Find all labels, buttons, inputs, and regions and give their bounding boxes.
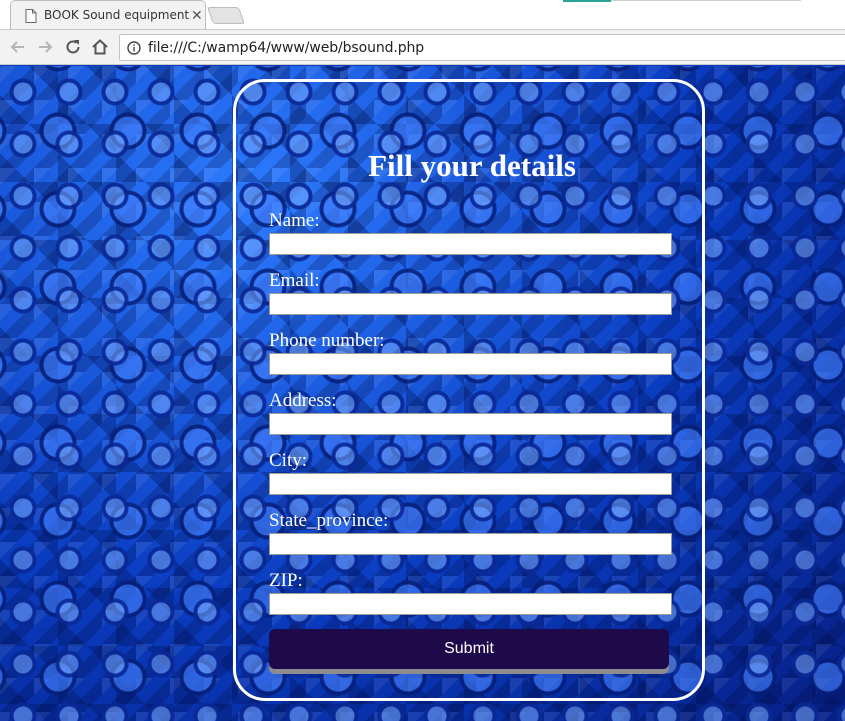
email-label: Email: bbox=[269, 270, 320, 291]
zip-label: ZIP: bbox=[269, 570, 303, 591]
zip-input[interactable] bbox=[269, 593, 672, 615]
name-input[interactable] bbox=[269, 233, 672, 255]
address-bar[interactable]: file:///C:/wamp64/www/web/bsound.php bbox=[119, 34, 845, 61]
close-tab-icon[interactable]: ✕ bbox=[191, 7, 203, 23]
back-arrow-icon[interactable] bbox=[8, 37, 28, 57]
new-tab-button[interactable] bbox=[206, 7, 246, 24]
browser-tab[interactable]: BOOK Sound equipment ✕ bbox=[10, 0, 206, 30]
state-input[interactable] bbox=[269, 533, 672, 555]
page-background: Fill your details Name: Email: Phone num… bbox=[0, 66, 845, 721]
url-text: file:///C:/wamp64/www/web/bsound.php bbox=[148, 40, 425, 56]
info-icon[interactable] bbox=[127, 41, 141, 55]
email-input[interactable] bbox=[269, 293, 672, 315]
tab-title: BOOK Sound equipment bbox=[44, 8, 190, 22]
name-label: Name: bbox=[269, 210, 320, 231]
window-accent bbox=[563, 0, 611, 2]
forward-arrow-icon[interactable] bbox=[35, 37, 55, 57]
state-label: State_province: bbox=[269, 510, 389, 531]
document-icon bbox=[25, 9, 37, 23]
browser-toolbar: file:///C:/wamp64/www/web/bsound.php bbox=[0, 30, 845, 65]
city-input[interactable] bbox=[269, 473, 672, 495]
home-icon[interactable] bbox=[90, 37, 110, 57]
tab-strip: BOOK Sound equipment ✕ bbox=[0, 0, 845, 30]
city-label: City: bbox=[269, 450, 308, 471]
phone-label: Phone number: bbox=[269, 330, 385, 351]
address-label: Address: bbox=[269, 390, 337, 411]
reload-icon[interactable] bbox=[63, 37, 83, 57]
phone-input[interactable] bbox=[269, 353, 672, 375]
window-accent-line bbox=[611, 0, 801, 1]
details-form-card: Fill your details Name: Email: Phone num… bbox=[233, 79, 705, 701]
submit-button[interactable]: Submit bbox=[269, 629, 669, 669]
form-title: Fill your details bbox=[368, 148, 576, 183]
address-input[interactable] bbox=[269, 413, 672, 435]
